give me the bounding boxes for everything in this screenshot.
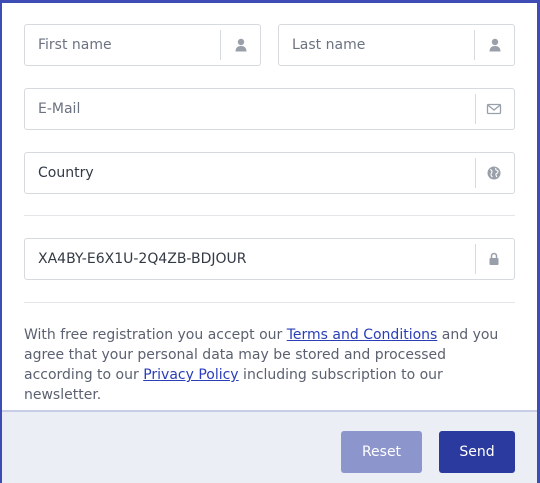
legal-text-part1: With free registration you accept our (24, 327, 287, 343)
user-icon (233, 37, 249, 53)
privacy-policy-link[interactable]: Privacy Policy (143, 367, 238, 383)
frame-top-border (0, 0, 540, 3)
last-name-input[interactable] (279, 25, 474, 65)
section-divider (24, 215, 515, 216)
code-separator (475, 244, 476, 274)
last-name-separator (474, 30, 475, 60)
first-name-separator (220, 30, 221, 60)
country-input[interactable] (25, 153, 475, 193)
form-footer: Reset Send (2, 410, 537, 483)
lock-icon (486, 251, 502, 267)
registration-code-field (24, 238, 515, 280)
last-name-field (278, 24, 515, 66)
registration-code-input[interactable] (25, 239, 475, 279)
terms-and-conditions-link[interactable]: Terms and Conditions (287, 327, 438, 343)
email-input[interactable] (25, 89, 475, 129)
email-separator (475, 94, 476, 124)
first-name-field (24, 24, 261, 66)
section-divider (24, 302, 515, 303)
globe-icon (486, 165, 502, 181)
envelope-icon (486, 101, 502, 117)
country-field (24, 152, 515, 194)
reset-button[interactable]: Reset (341, 431, 422, 473)
user-icon (487, 37, 503, 53)
send-button[interactable]: Send (439, 431, 515, 473)
country-separator (475, 158, 476, 188)
email-field (24, 88, 515, 130)
legal-notice: With free registration you accept our Te… (24, 325, 519, 405)
first-name-input[interactable] (25, 25, 220, 65)
